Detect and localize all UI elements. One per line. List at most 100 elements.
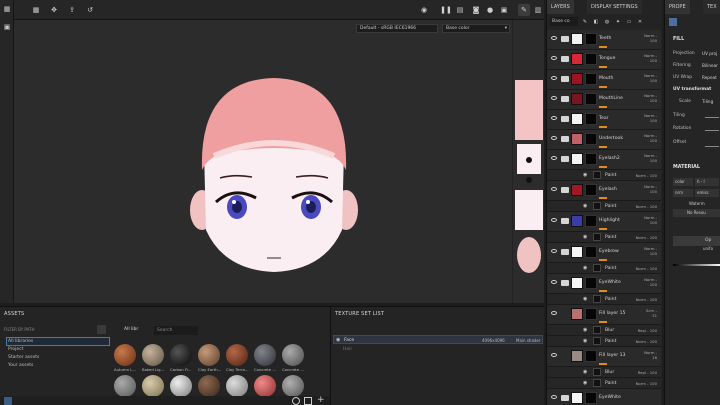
layer-blend[interactable]: Norm -100 [644,53,657,63]
layer-blend[interactable]: Norm -100 [644,215,657,225]
tab-display-settings[interactable]: DISPLAY SETTINGS [587,0,642,14]
layer-blend[interactable]: Norm - 100 [636,297,657,302]
height-channel-toggle[interactable]: h - l [695,178,719,186]
offset-slider[interactable] [705,146,719,147]
fill-icon[interactable] [669,18,677,26]
add-icon[interactable]: + [317,395,325,405]
eye-icon[interactable] [551,249,557,253]
normal-channel-toggle[interactable]: nrm [673,189,693,197]
pause-icon[interactable]: ❚❚ [440,4,452,16]
layer-sub-row[interactable]: ◉ Blur Repl - 100 [547,325,661,336]
layer-row[interactable]: Eyebrow Norm -100 [547,243,661,263]
eye-icon[interactable]: ◉ [583,380,587,386]
camera-icon[interactable]: ▣ [498,4,510,16]
layer-blend[interactable]: Repl - 100 [638,328,657,333]
layer-sub-row[interactable]: ◉ Paint Norm - 100 [547,232,661,243]
move-icon[interactable]: ✥ [48,4,60,16]
layer-sub-row[interactable]: ◉ Paint Norm - 100 [547,263,661,274]
material-baked[interactable] [142,344,164,366]
layer-blend[interactable]: Norm -16 [644,350,657,360]
layer-blend[interactable]: Norm -100 [644,277,657,287]
camera-record-icon[interactable]: ◉ [418,4,430,16]
eye-icon[interactable]: ◉ [583,296,587,302]
filtering-value[interactable]: Bilinear [702,63,718,68]
eye-icon[interactable] [551,36,557,40]
material-clay-terra[interactable] [226,344,248,366]
layer-row[interactable]: MouthLine Norm -100 [547,90,661,110]
grid-icon[interactable]: ▦ [2,4,12,14]
eye-icon[interactable] [551,156,557,160]
layer-channel-select[interactable]: Base co [550,17,578,26]
paint-icon[interactable]: ✎ [581,17,589,26]
rotation-slider[interactable] [705,130,719,131]
layer-blend[interactable]: Norm - 100 [636,339,657,344]
layer-blend[interactable]: Norm -100 [644,184,657,194]
material-row2-6[interactable] [254,375,276,397]
layer-blend[interactable]: Norm -100 [644,33,657,43]
eye-icon[interactable] [551,56,557,60]
viewport-mode-icon[interactable]: ▥ [532,4,544,16]
filter-icon[interactable] [97,325,106,334]
material-ball-icon[interactable]: ● [484,4,496,16]
eye-icon[interactable] [551,218,557,222]
layer-sub-row[interactable]: ◉ Blur Repl - 100 [547,367,661,378]
effect-icon[interactable]: ✦ [614,17,622,26]
library-yours[interactable]: Your assets [8,363,33,368]
material-carbon[interactable] [170,344,192,366]
material-row2-2[interactable] [142,375,164,397]
scale-value[interactable]: Tiling [702,99,713,104]
colorspace-select[interactable]: Default - sRGB IEC61966 [356,24,438,33]
material-concrete-2[interactable] [282,344,304,366]
material-row2-4[interactable] [198,375,220,397]
material-row2-5[interactable] [226,375,248,397]
layer-sub-row[interactable]: ◉ Paint Norm - 100 [547,336,661,347]
layer-blend[interactable]: Norm - 100 [636,381,657,386]
layer-blend[interactable]: Norm - 100 [636,266,657,271]
fill-icon[interactable]: ◧ [592,17,600,26]
layer-row[interactable]: Fill layer 15 Scrn -31 [547,305,661,325]
tab-texture[interactable]: TEX [703,0,720,14]
texture-set-row-hair[interactable]: Hair [333,345,543,354]
export-icon[interactable]: ⇪ [66,4,78,16]
layer-blend[interactable]: Norm -100 [644,93,657,103]
layer-row[interactable]: EyeWhite [547,389,661,405]
uv-wrap-value[interactable]: Repeat [702,75,717,80]
layer-row[interactable]: Highlight Norm -100 [547,212,661,232]
color-gradient-slider[interactable] [673,264,720,266]
tab-layers[interactable]: LAYERS [547,0,574,14]
mask-icon[interactable]: ◍ [603,17,611,26]
material-autumn[interactable] [114,344,136,366]
library-view-icon[interactable] [4,397,12,405]
eye-icon[interactable] [551,96,557,100]
texture-set-row-face[interactable]: ◉ Face 4096x4096 Main shader [333,335,543,344]
eye-icon[interactable] [551,280,557,284]
color-channel-toggle[interactable]: color [673,178,693,186]
tiling-slider[interactable] [705,117,719,118]
library-project[interactable]: Project [8,347,23,352]
display-icon[interactable]: ▤ [454,4,466,16]
projection-value[interactable]: UV proj [702,51,717,56]
layer-blend[interactable]: Norm - 100 [636,173,657,178]
layer-blend[interactable]: Norm - 100 [636,235,657,240]
layer-blend[interactable]: Norm -100 [644,153,657,163]
layer-row[interactable]: EyeWhite Norm -100 [547,274,661,294]
layer-row[interactable]: Tear Norm -100 [547,110,661,130]
library-all[interactable]: All libraries [8,339,33,344]
eye-icon[interactable]: ◉ [583,172,587,178]
opacity-field[interactable]: Op [673,236,720,246]
eye-icon[interactable]: ◉ [336,337,340,343]
eye-icon[interactable]: ◉ [583,369,587,375]
layer-row[interactable]: Fill layer 13 Norm -16 [547,347,661,367]
apps-icon[interactable]: ▣ [2,22,12,32]
resource-button[interactable]: No Resou [673,209,720,217]
layer-row[interactable]: Undertook Norm -100 [547,130,661,150]
eye-icon[interactable] [551,76,557,80]
breadcrumb[interactable]: All libr [124,327,138,332]
render-icon[interactable]: ◙ [470,4,482,16]
layer-row[interactable]: Teeth Norm -100 [547,30,661,50]
layer-blend[interactable]: Repl - 100 [638,370,657,375]
material-concrete-1[interactable] [254,344,276,366]
layer-blend[interactable]: Norm - 100 [636,204,657,209]
layer-sub-row[interactable]: ◉ Paint Norm - 100 [547,201,661,212]
search-input[interactable]: Search [154,326,198,335]
